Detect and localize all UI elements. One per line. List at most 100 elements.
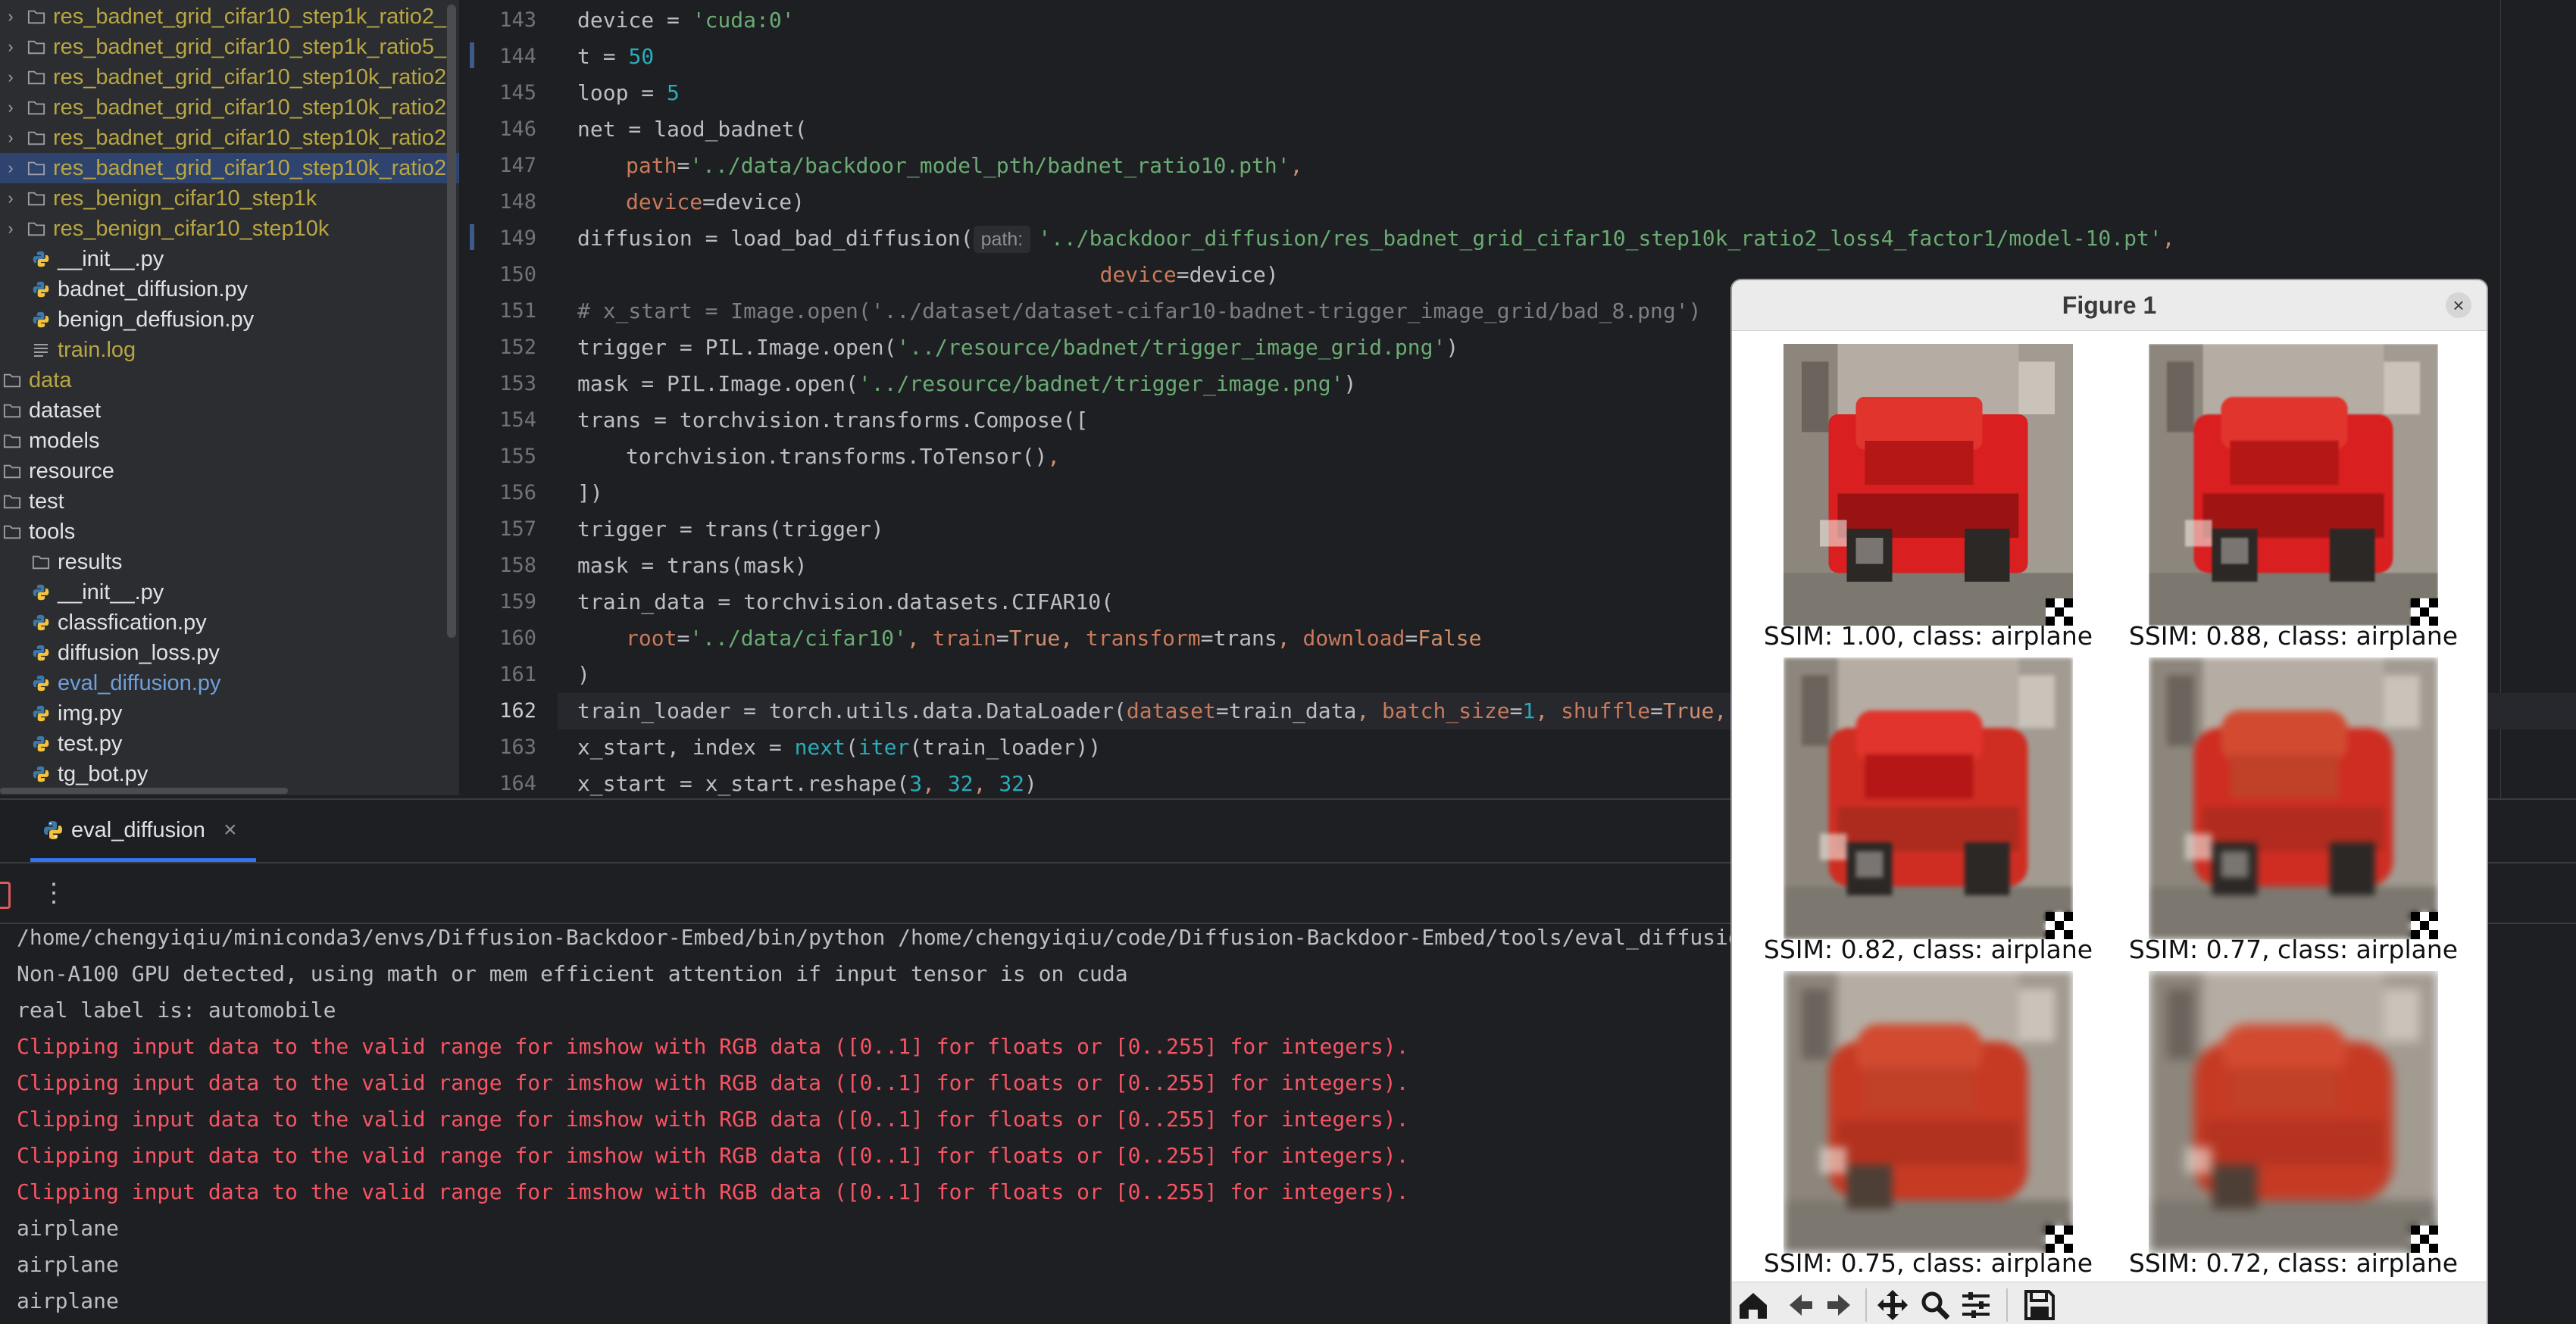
code-token: trans = torchvision.transforms.Compose([ (577, 408, 1089, 432)
close-icon[interactable]: × (2446, 292, 2471, 318)
code-token: , (973, 771, 999, 796)
stop-icon[interactable] (0, 882, 11, 909)
tree-item[interactable]: › res_benign_cifar10_step1k (0, 183, 459, 214)
tree-item[interactable]: test (0, 486, 459, 517)
forward-arrow-icon[interactable] (1824, 1288, 1858, 1322)
tree-item[interactable]: › res_badnet_grid_cifar10_step10k_ratio2 (0, 153, 459, 183)
tree-horizontal-scrollbar[interactable] (0, 788, 288, 794)
tree-item[interactable]: __init__.py (0, 577, 459, 607)
save-icon[interactable] (2023, 1288, 2056, 1322)
log-file-icon (34, 344, 48, 357)
chevron-right-icon[interactable]: › (3, 32, 18, 62)
tree-item[interactable]: diffusion_loss.py (0, 638, 459, 668)
home-icon[interactable] (1737, 1288, 1770, 1322)
console-line: Clipping input data to the valid range f… (17, 1034, 1409, 1059)
tree-item[interactable]: › res_badnet_grid_cifar10_step1k_ratio5_ (0, 32, 459, 62)
panel-caption: SSIM: 0.72, class: airplane (2128, 1248, 2459, 1278)
close-tab-icon[interactable]: × (224, 800, 237, 860)
code-token: 32 (999, 771, 1025, 796)
tree-item[interactable]: results (0, 547, 459, 577)
folder-icon (3, 495, 21, 509)
code-token: '../data/backdoor_model_pth/badnet_ratio… (689, 153, 1290, 178)
tree-item[interactable]: badnet_diffusion.py (0, 274, 459, 304)
chevron-right-icon[interactable]: › (3, 123, 18, 153)
car-image (1784, 657, 2073, 939)
pan-icon[interactable] (1876, 1288, 1909, 1322)
parameter-hint: path: (973, 226, 1031, 253)
code-token: 'cuda:0' (692, 8, 795, 33)
tree-item-label: train.log (58, 338, 136, 362)
tree-item-label: diffusion_loss.py (58, 641, 220, 665)
figure-titlebar[interactable]: Figure 1 × (1732, 280, 2487, 331)
folder-icon (27, 40, 45, 55)
tree-item[interactable]: eval_diffusion.py (0, 668, 459, 698)
tree-item[interactable]: __init__.py (0, 244, 459, 274)
code-line[interactable]: net = laod_badnet( (558, 111, 2576, 148)
tree-item[interactable]: classfication.py (0, 607, 459, 638)
tree-item-label: res_badnet_grid_cifar10_step1k_ratio5_ (53, 35, 447, 59)
tree-item[interactable]: img.py (0, 698, 459, 729)
tree-item[interactable]: data (0, 365, 459, 395)
chevron-right-icon[interactable]: › (3, 92, 18, 123)
code-line[interactable]: t = 50 (558, 39, 2576, 75)
tree-item[interactable]: tg_bot.py (0, 759, 459, 789)
code-token: mask = trans(mask) (577, 553, 808, 578)
zoom-icon[interactable] (1918, 1288, 1952, 1322)
code-token: iter (858, 735, 910, 760)
code-line[interactable]: device=device) (558, 184, 2576, 220)
line-number: 158 (499, 554, 536, 577)
console-line: Clipping input data to the valid range f… (17, 1070, 1409, 1095)
code-line[interactable]: loop = 5 (558, 75, 2576, 111)
tree-item-label: img.py (58, 701, 123, 726)
python-file-icon (33, 766, 49, 782)
chevron-right-icon[interactable]: › (3, 153, 18, 183)
chevron-right-icon[interactable]: › (3, 2, 18, 32)
tree-item[interactable]: › res_badnet_grid_cifar10_step10k_ratio2 (0, 62, 459, 92)
code-token: download (1302, 626, 1405, 651)
code-token: transform (1085, 626, 1201, 651)
tree-item[interactable]: train.log (0, 335, 459, 365)
line-number: 143 (499, 8, 536, 32)
tree-item[interactable]: › res_badnet_grid_cifar10_step1k_ratio2_ (0, 2, 459, 32)
tree-item[interactable]: › res_benign_cifar10_step10k (0, 214, 459, 244)
tree-item[interactable]: models (0, 426, 459, 456)
code-token: shuffle (1561, 698, 1651, 723)
code-token: device (1099, 262, 1177, 287)
folder-icon (3, 525, 21, 539)
console-line: Non-A100 GPU detected, using math or mem… (17, 961, 1128, 986)
code-token: '../backdoor_diffusion/res_badnet_grid_c… (1038, 226, 2162, 251)
code-token: True (1662, 698, 1715, 723)
line-number: 146 (499, 117, 536, 141)
tree-item[interactable]: dataset (0, 395, 459, 426)
chevron-right-icon[interactable]: › (3, 214, 18, 244)
chevron-right-icon[interactable]: › (3, 62, 18, 92)
python-file-icon (33, 584, 49, 601)
car-image (1784, 971, 2073, 1253)
code-token: =train_data (1215, 698, 1357, 723)
tree-item[interactable]: › res_badnet_grid_cifar10_step10k_ratio2 (0, 123, 459, 153)
console-line: airplane (17, 1288, 119, 1313)
tree-item[interactable]: test.py (0, 729, 459, 759)
tree-item[interactable]: resource (0, 456, 459, 486)
back-arrow-icon[interactable] (1782, 1288, 1815, 1322)
line-number: 162 (499, 699, 536, 723)
code-line[interactable]: diffusion = load_bad_diffusion(path: '../… (558, 220, 2576, 257)
more-options-icon[interactable]: ⋮ (41, 874, 67, 912)
image-panel (1784, 344, 2073, 626)
tree-item[interactable]: benign_deffusion.py (0, 304, 459, 335)
console-line: Clipping input data to the valid range f… (17, 1143, 1409, 1168)
tree-scrollbar[interactable] (447, 5, 456, 638)
tree-item-label: res_badnet_grid_cifar10_step10k_ratio2 (53, 65, 447, 89)
configure-subplots-icon[interactable] (1959, 1288, 1993, 1322)
code-line[interactable]: device = 'cuda:0' (558, 2, 2576, 39)
code-token: ) (1024, 771, 1037, 796)
chevron-right-icon[interactable]: › (3, 183, 18, 214)
tree-item[interactable]: › res_badnet_grid_cifar10_step10k_ratio2 (0, 92, 459, 123)
tree-item-label: tg_bot.py (58, 762, 148, 786)
folder-icon (3, 434, 21, 448)
folder-icon (27, 131, 45, 145)
tree-item[interactable]: tools (0, 517, 459, 547)
code-line[interactable]: path='../data/backdoor_model_pth/badnet_… (558, 148, 2576, 184)
change-marker (470, 224, 474, 250)
code-token: ) (1446, 335, 1459, 360)
